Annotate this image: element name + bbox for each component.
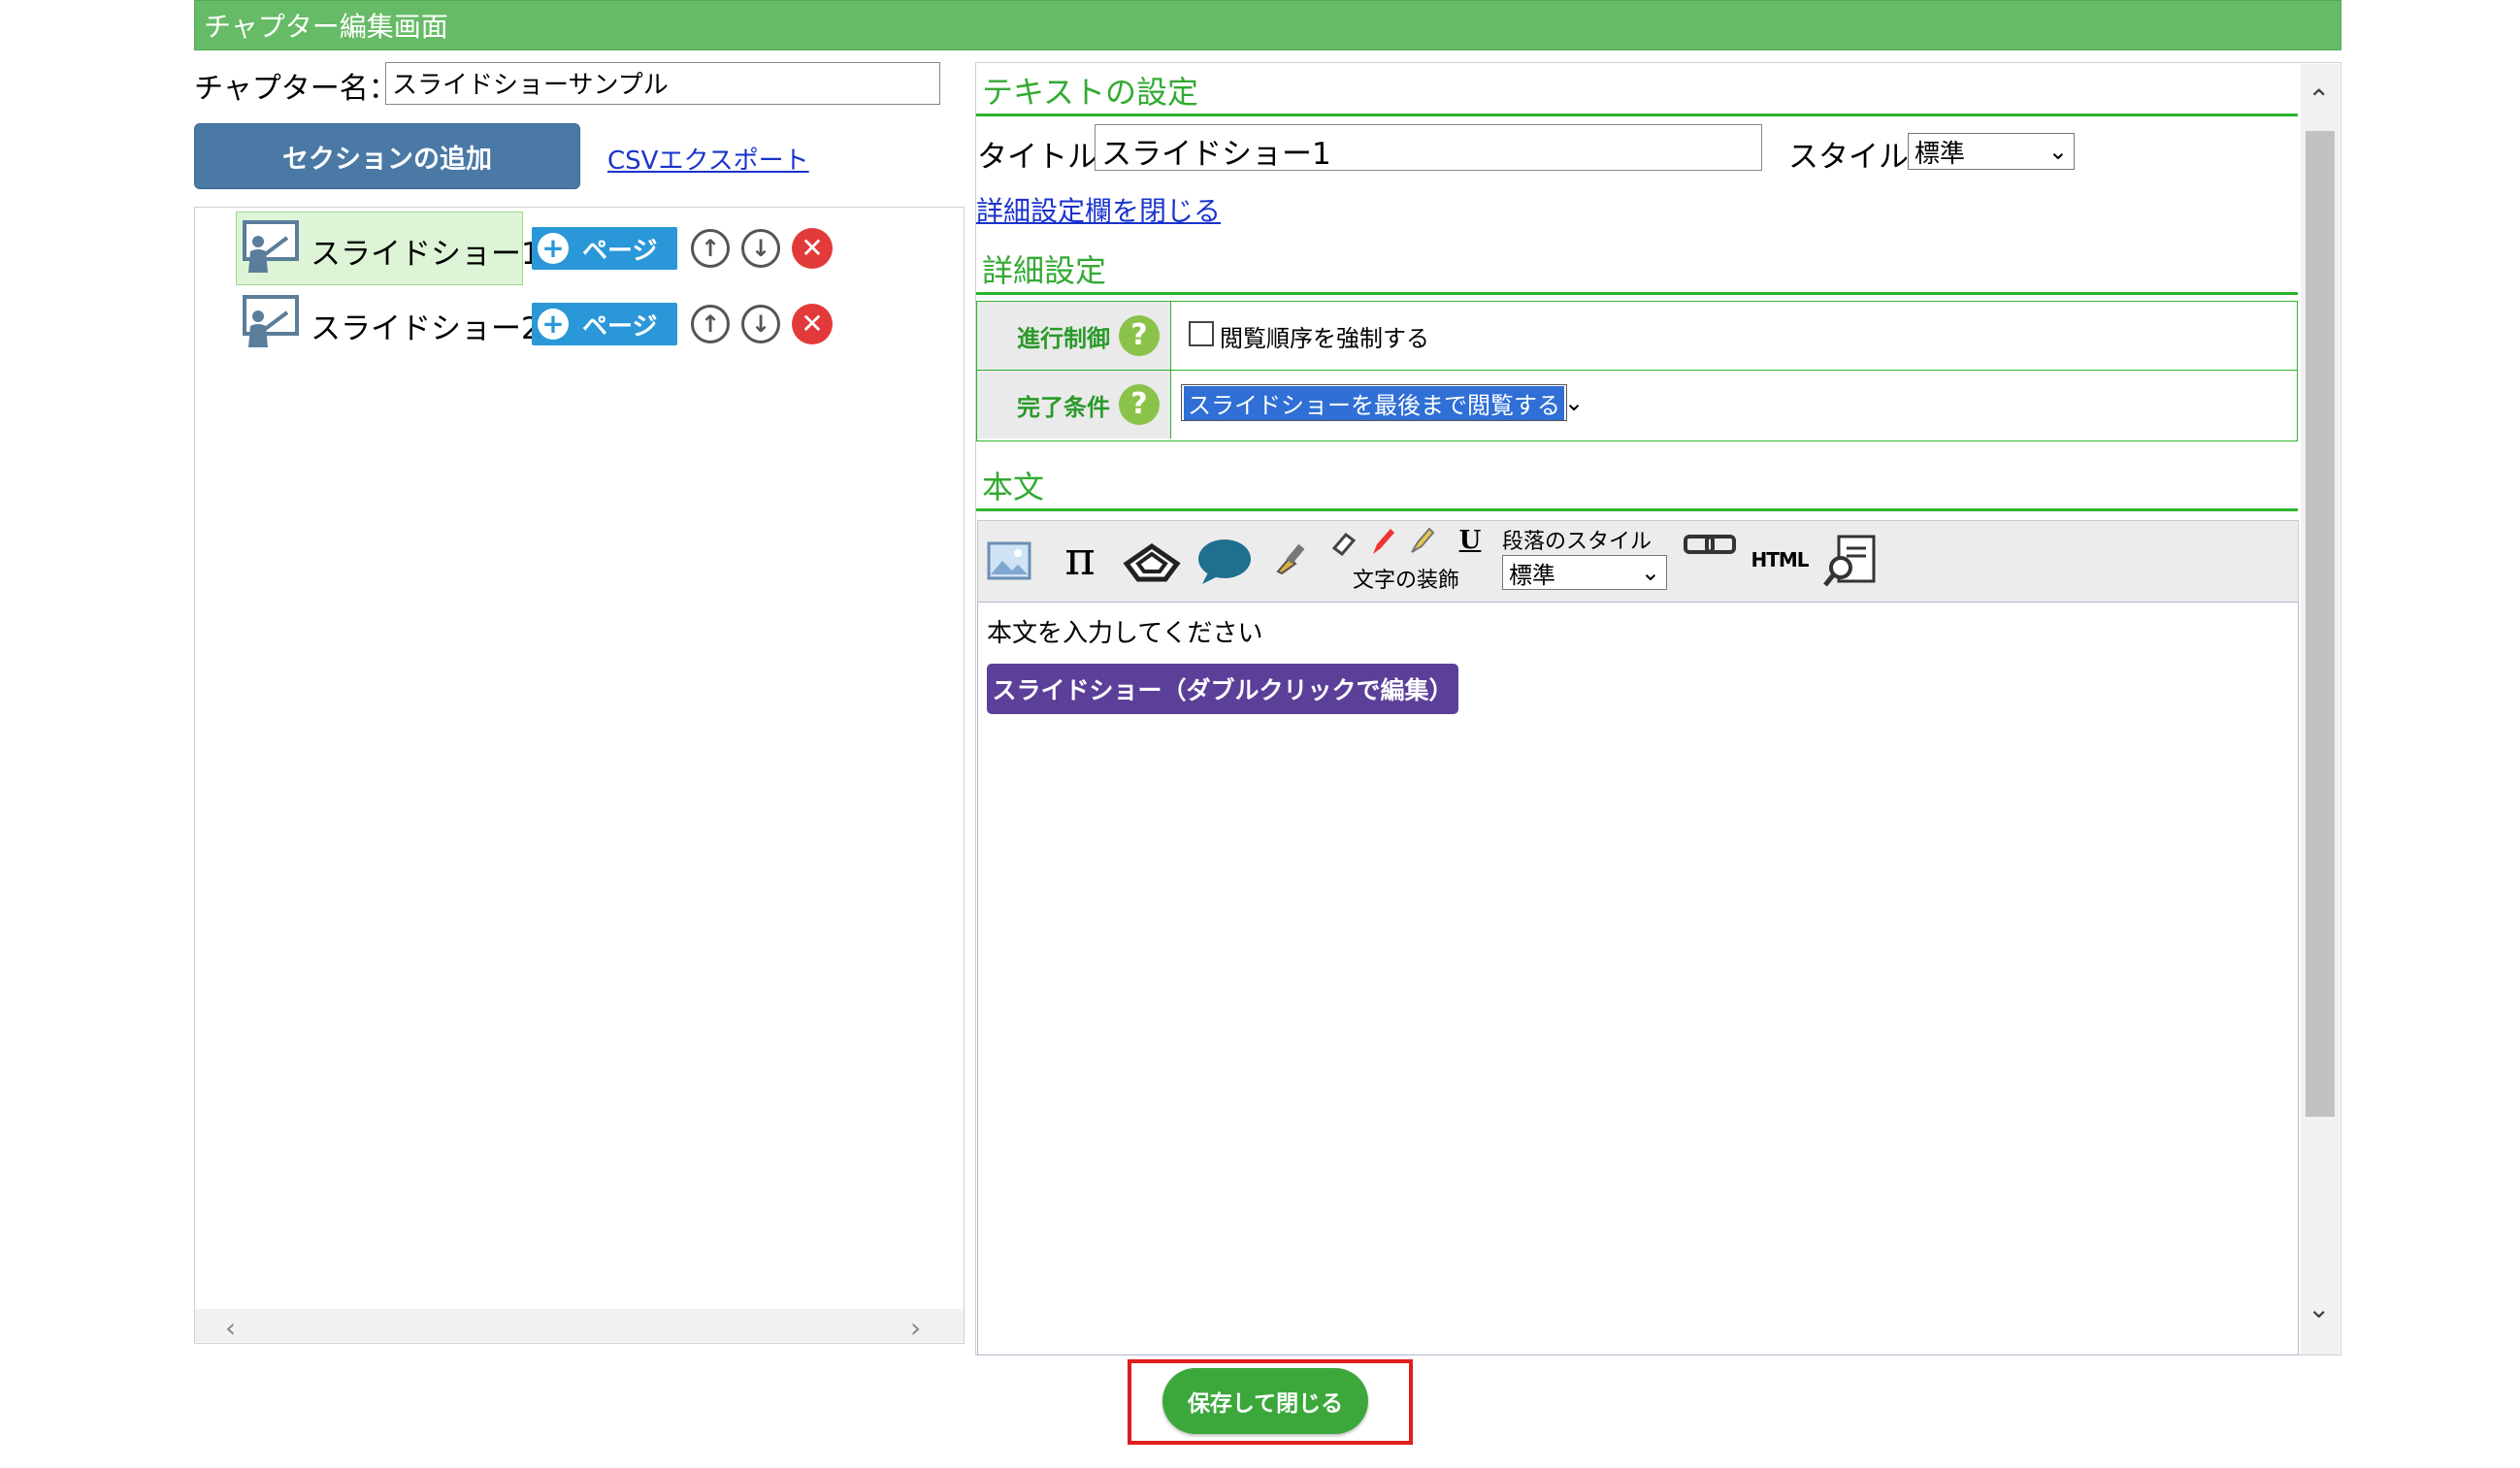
- title-label: タイトル:: [977, 140, 1108, 175]
- scroll-left-icon[interactable]: ‹: [225, 1312, 236, 1344]
- window-title: チャプター編集画面: [204, 11, 448, 43]
- chapter-name-label: チャプター名：: [194, 72, 398, 106]
- red-pen-icon[interactable]: [1368, 524, 1397, 557]
- detail-settings-table: 進行制御 ? 閲覧順序を強制する 完了条件 ? スライドショーを最後まで閲覧する…: [976, 301, 2298, 441]
- char-decoration-label: 文字の装飾: [1353, 569, 1460, 593]
- delete-icon[interactable]: ✕: [792, 228, 833, 269]
- save-and-close-button[interactable]: 保存して閉じる: [1162, 1368, 1368, 1434]
- slideshow-icon: [241, 218, 301, 278]
- slideshow-icon: [241, 293, 301, 353]
- section-tree: [194, 207, 965, 1344]
- plus-icon: +: [538, 233, 569, 264]
- csv-export-link[interactable]: CSVエクスポート: [607, 141, 809, 177]
- style-select[interactable]: 標準 ⌄: [1908, 133, 2075, 170]
- force-order-checkbox[interactable]: [1189, 321, 1214, 346]
- move-down-icon[interactable]: ↓: [741, 305, 780, 343]
- add-section-button[interactable]: セクションの追加: [194, 123, 580, 189]
- highlighter-icon[interactable]: [1407, 524, 1436, 557]
- section-item-label[interactable]: スライドショー2: [311, 304, 540, 347]
- divider: [976, 292, 2298, 295]
- html-source-icon[interactable]: HTML: [1751, 543, 1809, 576]
- link-icon[interactable]: [1683, 530, 1737, 559]
- preview-icon[interactable]: [1820, 532, 1879, 590]
- text-settings-heading: テキストの設定: [982, 74, 1199, 111]
- add-page-button[interactable]: + ページ: [532, 227, 677, 270]
- chapter-name-input[interactable]: スライドショーサンプル: [385, 62, 940, 105]
- section-item-label: スライドショー1: [311, 237, 540, 272]
- editor-placeholder-text[interactable]: 本文を入力してください: [987, 613, 1262, 649]
- detail-settings-heading: 詳細設定: [982, 252, 1107, 289]
- plus-icon: +: [538, 309, 569, 340]
- eraser-icon[interactable]: [1329, 528, 1358, 557]
- image-icon[interactable]: [986, 539, 1032, 582]
- help-icon[interactable]: ?: [1119, 384, 1160, 425]
- scroll-right-icon[interactable]: ›: [910, 1312, 921, 1344]
- window-header: [194, 0, 2341, 50]
- style-label: スタイル:: [1788, 140, 1919, 175]
- delete-icon[interactable]: ✕: [792, 304, 833, 344]
- pi-icon[interactable]: π: [1058, 532, 1102, 586]
- divider: [976, 114, 2298, 116]
- slideshow-embed-badge[interactable]: スライドショー（ダブルクリックで編集）: [987, 664, 1458, 714]
- help-icon[interactable]: ?: [1119, 315, 1160, 356]
- vertical-scrollbar-thumb[interactable]: [2306, 131, 2335, 1117]
- close-detail-link[interactable]: 詳細設定欄を閉じる: [976, 190, 1221, 229]
- completion-condition-row: 完了条件 ? スライドショーを最後まで閲覧する ⌄: [977, 371, 2297, 439]
- brush-icon[interactable]: [1271, 538, 1310, 576]
- title-input[interactable]: スライドショー1: [1095, 124, 1762, 172]
- scroll-down-icon[interactable]: ⌄: [2307, 1292, 2330, 1324]
- move-up-icon[interactable]: ↑: [691, 305, 730, 343]
- speech-bubble-icon[interactable]: [1195, 538, 1254, 586]
- chevron-down-icon: ⌄: [2047, 138, 2068, 165]
- progress-control-row: 進行制御 ? 閲覧順序を強制する: [977, 302, 2297, 371]
- chevron-down-icon: ⌄: [1640, 559, 1660, 586]
- add-page-button[interactable]: + ページ: [532, 303, 677, 345]
- body-editor[interactable]: [977, 602, 2299, 1355]
- body-heading: 本文: [982, 469, 1045, 506]
- scroll-up-icon[interactable]: ⌃: [2307, 83, 2330, 115]
- horizontal-scrollbar[interactable]: [195, 1309, 964, 1342]
- divider: [976, 508, 2298, 511]
- chevron-down-icon: ⌄: [1564, 389, 1585, 416]
- move-up-icon[interactable]: ↑: [691, 229, 730, 268]
- move-down-icon[interactable]: ↓: [741, 229, 780, 268]
- shape-icon[interactable]: [1122, 539, 1182, 584]
- paragraph-style-select[interactable]: 標準 ⌄: [1502, 555, 1667, 590]
- underline-icon[interactable]: U: [1457, 524, 1483, 557]
- completion-condition-select[interactable]: スライドショーを最後まで閲覧する ⌄: [1181, 384, 1584, 421]
- paragraph-style-label: 段落のスタイル: [1502, 530, 1653, 554]
- force-order-label: 閲覧順序を強制する: [1220, 325, 1429, 352]
